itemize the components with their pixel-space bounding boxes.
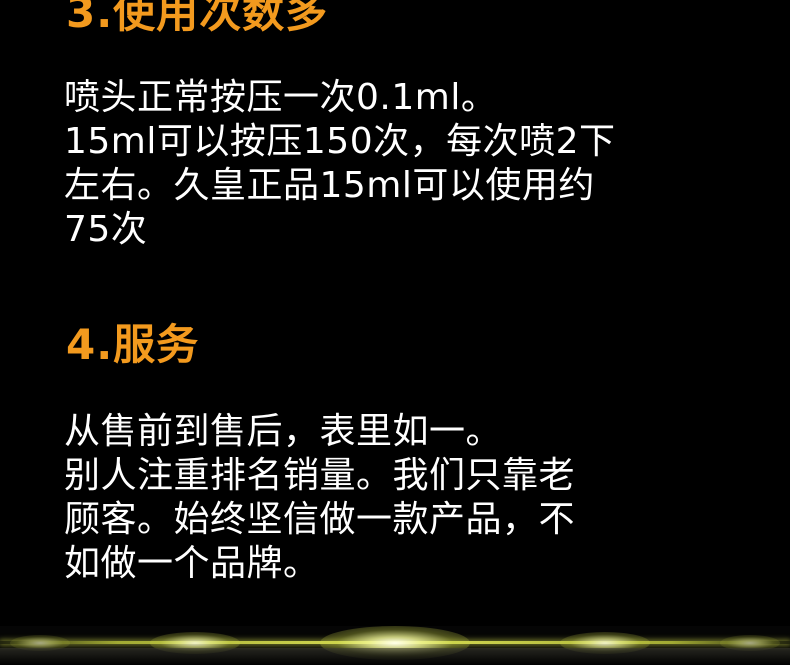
section-3-line: 15ml可以按压150次，每次喷2下 [64,121,616,162]
decorative-light-strip [0,626,790,665]
page: 3.使用次数多 喷头正常按压一次0.1ml。 15ml可以按压150次，每次喷2… [0,0,790,665]
light-strip-shadow [0,648,790,665]
section-3-line: 左右。久皇正品15ml可以使用约 [64,165,595,206]
section-3-heading: 3.使用次数多 [66,0,329,37]
section-4-line: 别人注重排名销量。我们只靠老 [64,455,576,496]
section-4-heading: 4.服务 [66,320,200,369]
section-3-line: 喷头正常按压一次0.1ml。 [64,77,498,118]
section-4-line: 如做一个品牌。 [64,543,320,584]
section-3-paragraph: 喷头正常按压一次0.1ml。 15ml可以按压150次，每次喷2下 左右。久皇正… [64,76,744,252]
section-4-paragraph: 从售前到售后，表里如一。 别人注重排名销量。我们只靠老 顾客。始终坚信做一款产品… [64,410,744,586]
section-4-line: 顾客。始终坚信做一款产品，不 [64,499,576,540]
section-4-line: 从售前到售后，表里如一。 [64,411,503,452]
section-3-line: 75次 [64,209,148,250]
